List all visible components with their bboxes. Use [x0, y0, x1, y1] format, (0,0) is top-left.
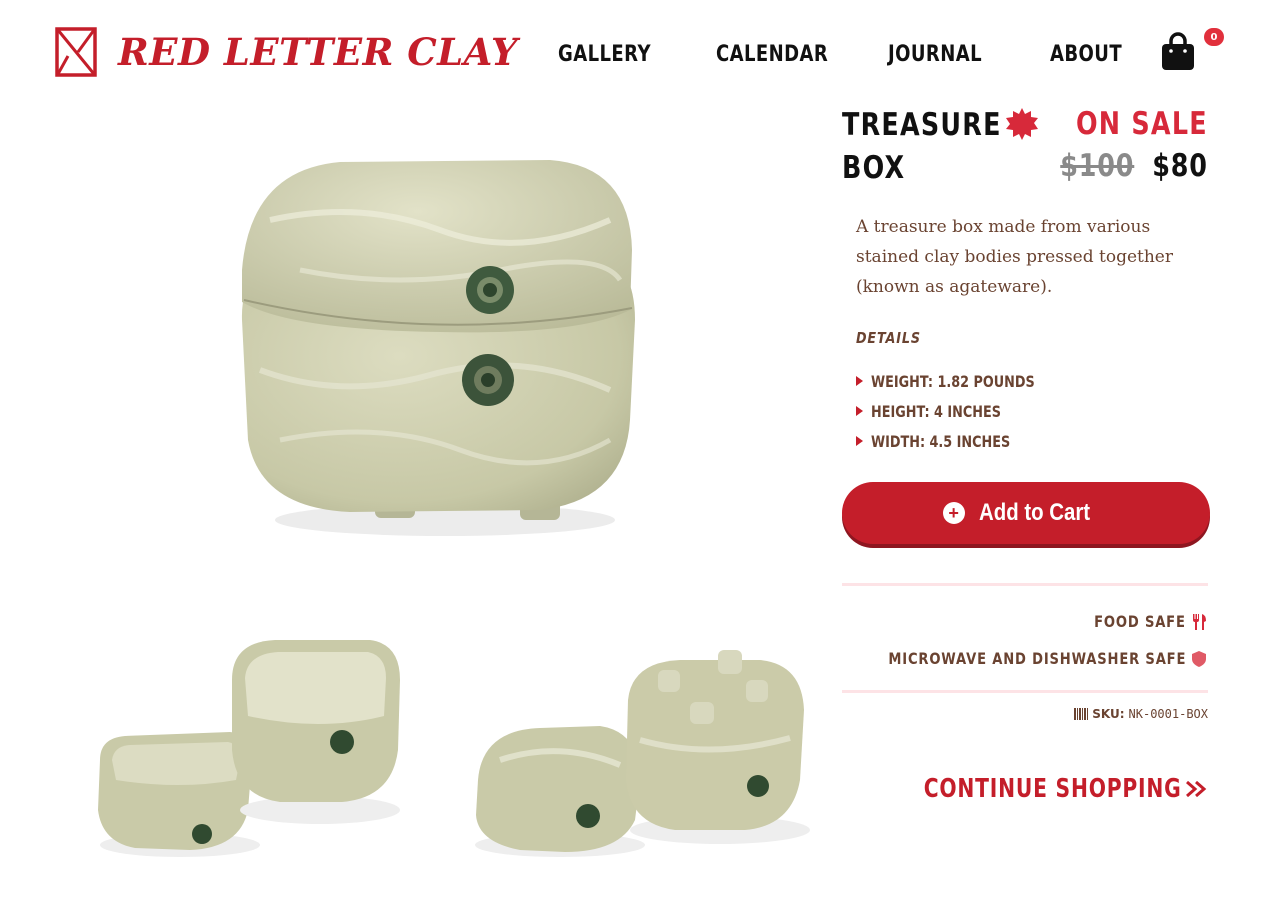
continue-shopping-label: CONTINUE SHOPPING: [924, 774, 1182, 804]
details-heading: DETAILS: [856, 329, 921, 347]
utensils-icon: [1193, 613, 1206, 630]
nav-calendar[interactable]: CALENDAR: [716, 42, 828, 67]
nav-about[interactable]: ABOUT: [1050, 42, 1122, 67]
product-title: TREASURE BOX: [842, 107, 1002, 186]
sku-label: SKU:: [1092, 707, 1125, 721]
details-list: WEIGHT: 1.82 POUNDS HEIGHT: 4 INCHES WID…: [856, 366, 1076, 456]
feature-microwave-dishwasher-safe: MICROWAVE AND DISHWASHER SAFE: [823, 649, 1208, 668]
feature-label: MICROWAVE AND DISHWASHER SAFE: [888, 649, 1186, 668]
brand-logo[interactable]: RED LETTER CLAY: [54, 26, 518, 78]
add-to-cart-label: Add to Cart: [978, 499, 1090, 526]
product-description: A treasure box made from various stained…: [856, 217, 1173, 297]
original-price: $100: [1060, 148, 1135, 184]
plus-circle-icon: +: [942, 502, 965, 524]
product-main-image[interactable]: [180, 120, 700, 580]
product-thumbnail-open-box[interactable]: [80, 620, 420, 870]
sku-line: SKU: NK-0001-BOX: [1074, 707, 1208, 721]
sale-price: $80: [1152, 148, 1208, 184]
cart-count-badge: 0: [1204, 28, 1224, 46]
add-to-cart-button[interactable]: + Add to Cart: [842, 482, 1210, 544]
detail-height: HEIGHT: 4 INCHES: [856, 396, 1076, 426]
bullet-triangle-icon: [856, 436, 863, 446]
nav-journal[interactable]: JOURNAL: [888, 42, 982, 67]
nav-gallery[interactable]: GALLERY: [558, 42, 651, 67]
brand-name: RED LETTER CLAY: [118, 30, 518, 74]
shopping-bag-icon[interactable]: [1160, 32, 1196, 72]
logo-mark-icon: [55, 27, 97, 77]
shield-icon: [1192, 650, 1206, 667]
sale-burst-icon: [1006, 108, 1039, 140]
continue-shopping-link[interactable]: CONTINUE SHOPPING: [851, 774, 1208, 804]
product-thumbnail-lid-and-base[interactable]: [460, 620, 820, 870]
divider: [842, 583, 1208, 586]
sale-label: ON SALE: [1076, 106, 1208, 142]
double-chevron-right-icon: [1186, 780, 1207, 798]
sale-indicator: ON SALE: [1005, 106, 1208, 142]
divider: [842, 690, 1208, 693]
bullet-triangle-icon: [856, 376, 863, 386]
sku-value: NK-0001-BOX: [1128, 707, 1208, 721]
feature-label: FOOD SAFE: [1094, 612, 1186, 631]
feature-food-safe: FOOD SAFE: [1074, 612, 1208, 631]
bullet-triangle-icon: [856, 406, 863, 416]
price-block: $100 $80: [1044, 148, 1208, 184]
detail-weight: WEIGHT: 1.82 POUNDS: [856, 366, 1076, 396]
detail-width: WIDTH: 4.5 INCHES: [856, 426, 1076, 456]
barcode-icon: [1074, 708, 1089, 720]
